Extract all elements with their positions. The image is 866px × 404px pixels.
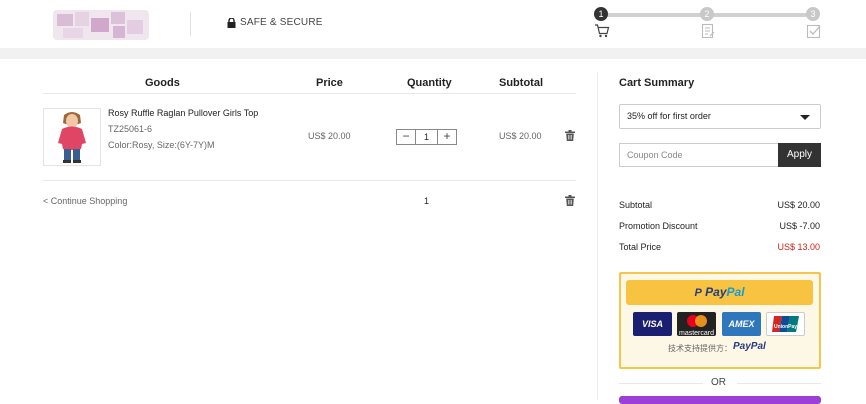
row-divider: [43, 180, 576, 181]
subtotal-value: US$ 20.00: [777, 200, 820, 210]
alternative-payment-button[interactable]: [619, 396, 821, 404]
decrease-quantity-button[interactable]: −: [397, 130, 415, 144]
chevron-down-icon: [800, 115, 810, 120]
or-divider-right: [737, 383, 821, 384]
or-label: OR: [711, 377, 726, 388]
site-logo[interactable]: [53, 10, 149, 40]
increase-quantity-button[interactable]: +: [438, 130, 456, 144]
cart-icon: [595, 24, 610, 38]
unionpay-label: UnionPay: [773, 324, 798, 330]
summary-divider: [597, 72, 598, 400]
promotion-discount-value: US$ -7.00: [779, 221, 820, 231]
product-options: Color:Rosy, Size:(6Y-7Y)M: [108, 140, 215, 150]
item-subtotal: US$ 20.00: [499, 131, 542, 141]
visa-card-icon: VISA: [633, 312, 672, 336]
product-image: [44, 109, 100, 165]
step-2-dot: 2: [700, 7, 714, 21]
checkmark-done-icon: [806, 24, 821, 39]
unionpay-card-icon: UnionPay: [766, 312, 805, 336]
column-price: Price: [316, 77, 343, 89]
cart-summary-title: Cart Summary: [619, 77, 695, 89]
table-header-divider: [43, 93, 576, 94]
safe-secure-badge: SAFE & SECURE: [227, 17, 323, 28]
amex-card-icon: AMEX: [722, 312, 761, 336]
mastercard-circles-icon: [687, 315, 707, 327]
product-thumbnail[interactable]: [43, 108, 101, 166]
paypal-button[interactable]: P PayPal: [626, 280, 813, 305]
paypal-logo-icon: P: [694, 287, 702, 299]
clear-cart-icon[interactable]: [565, 195, 575, 206]
mastercard-icon: mastercard: [677, 312, 716, 337]
header-separator-strip: [0, 48, 866, 59]
total-price-value: US$ 13.00: [777, 242, 820, 252]
total-price-label: Total Price: [619, 242, 662, 252]
quantity-stepper: − 1 +: [396, 129, 457, 145]
promotion-selected-value: 35% off for first order: [627, 111, 711, 121]
promotion-select[interactable]: 35% off for first order: [619, 104, 821, 129]
subtotal-label: Subtotal: [619, 200, 653, 210]
or-divider-left: [619, 383, 703, 384]
continue-shopping-link[interactable]: < Continue Shopping: [43, 196, 127, 206]
product-sku: TZ25061-6: [108, 124, 153, 134]
column-quantity: Quantity: [407, 77, 452, 89]
total-quantity: 1: [424, 196, 430, 206]
item-price: US$ 20.00: [308, 131, 351, 141]
lock-icon: [227, 17, 236, 28]
paypal-button-text-2: Pal: [726, 285, 745, 299]
quantity-input[interactable]: 1: [415, 130, 438, 144]
mastercard-label: mastercard: [678, 330, 714, 337]
coupon-code-input[interactable]: Coupon Code: [619, 143, 779, 167]
promotion-discount-label: Promotion Discount: [619, 221, 698, 231]
checkout-progress: 1 2 3: [594, 6, 821, 42]
column-goods: Goods: [145, 77, 180, 89]
header-divider: [190, 12, 191, 36]
column-subtotal: Subtotal: [499, 77, 543, 89]
safe-secure-label: SAFE & SECURE: [240, 17, 323, 28]
apply-coupon-button[interactable]: Apply: [778, 143, 821, 167]
step-1-dot: 1: [594, 7, 608, 21]
delete-item-icon[interactable]: [565, 130, 575, 141]
paypal-provided-by-logo: PayPal: [733, 341, 766, 352]
product-name[interactable]: Rosy Ruffle Raglan Pullover Girls Top: [108, 108, 258, 118]
order-form-icon: [701, 23, 715, 39]
paypal-provided-by-text: 技术支持提供方：: [668, 344, 732, 353]
paypal-button-text-1: Pay: [705, 285, 727, 299]
step-3-dot: 3: [806, 7, 820, 21]
site-header: SAFE & SECURE 1 2 3: [0, 0, 866, 48]
